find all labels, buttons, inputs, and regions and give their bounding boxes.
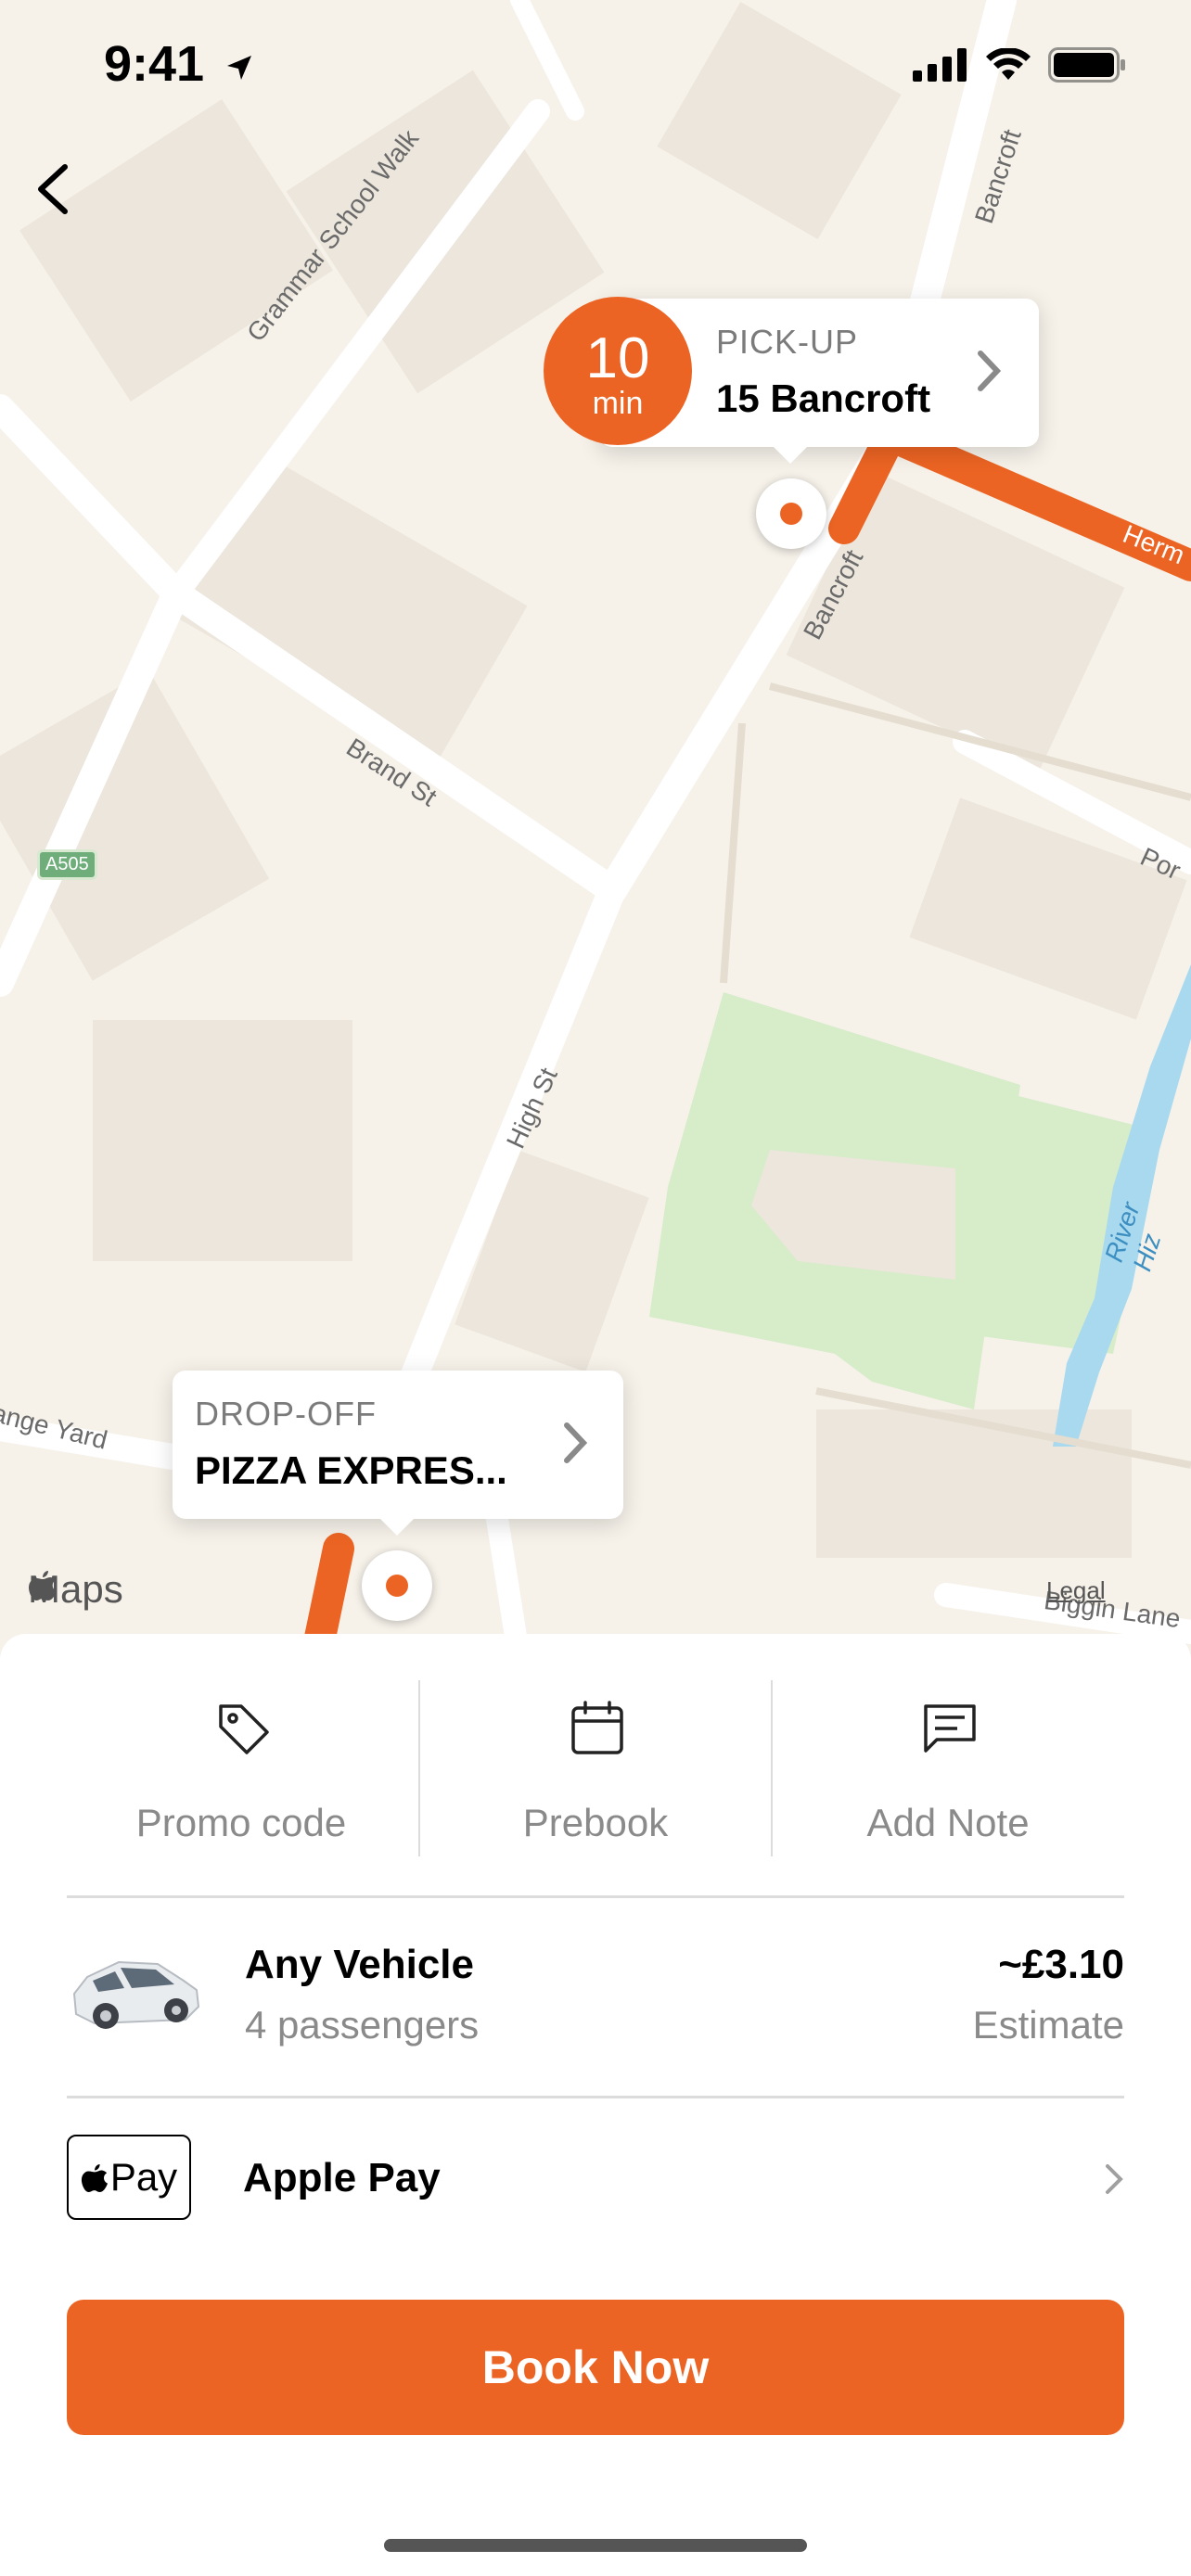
tag-icon (219, 1704, 269, 1754)
map-view[interactable]: Grammar School Walk Bancroft Bancroft Br… (0, 0, 1191, 1660)
add-note-label: Add Note (866, 1801, 1030, 1844)
cellular-signal-icon (913, 48, 967, 82)
chevron-right-icon (978, 351, 1002, 391)
divider (67, 1895, 1124, 1898)
wifi-icon (986, 48, 1031, 80)
location-arrow-icon (227, 55, 252, 80)
pickup-label: PICK-UP (716, 323, 859, 361)
chevron-right-icon (1106, 2164, 1123, 2194)
vehicle-price-note: Estimate (972, 2003, 1124, 2047)
booking-sheet: Promo code Prebook Add Note Any Vehicle … (0, 1634, 1191, 2576)
status-icons (913, 46, 1126, 83)
apple-logo-icon (81, 2163, 108, 2192)
car-icon (72, 1960, 200, 2029)
eta-badge: 10 min (544, 297, 692, 445)
apple-logo-icon (29, 1571, 57, 1600)
chevron-left-icon (38, 164, 68, 214)
status-time-text: 9:41 (104, 36, 205, 92)
vehicle-price: ~£3.10 (998, 1942, 1124, 1987)
vehicle-selector[interactable]: Any Vehicle 4 passengers ~£3.10 Estimate (67, 1912, 1124, 2060)
book-now-button[interactable]: Book Now (67, 2300, 1124, 2435)
dropoff-label: DROP-OFF (195, 1395, 377, 1433)
apple-pay-badge-text: Pay (109, 2155, 178, 2199)
pickup-pin[interactable] (756, 478, 826, 549)
pickup-pin-dot (780, 503, 802, 525)
payment-label: Apple Pay (243, 2155, 441, 2200)
status-bar: 9:41 (0, 0, 1191, 130)
dropoff-pin[interactable] (362, 1550, 432, 1621)
message-icon (924, 1704, 976, 1753)
chevron-right-icon (564, 1422, 588, 1463)
vehicle-name: Any Vehicle (245, 1942, 475, 1987)
vehicle-passengers: 4 passengers (245, 2003, 480, 2047)
dropoff-callout[interactable]: DROP-OFF PIZZA EXPRES... (173, 1371, 623, 1536)
dropoff-address: PIZZA EXPRES... (195, 1448, 507, 1492)
home-indicator (384, 2539, 807, 2552)
legal-link[interactable]: Legal (1046, 1576, 1106, 1605)
battery-icon (1048, 47, 1125, 83)
back-button[interactable] (22, 148, 82, 223)
pickup-callout-arrow (774, 447, 807, 464)
calendar-icon (571, 1701, 623, 1754)
apple-pay-badge: Pay (67, 2135, 191, 2220)
status-time: 9:41 (104, 35, 255, 93)
prebook-button[interactable]: Prebook (419, 1680, 772, 1856)
eta-unit: min (592, 386, 644, 421)
road-shield-a505: A505 (37, 849, 97, 880)
promo-code-button[interactable]: Promo code (65, 1680, 417, 1856)
dropoff-pin-dot (386, 1575, 408, 1597)
dropoff-callout-arrow (380, 1519, 414, 1536)
maps-attribution[interactable]: Maps (28, 1567, 123, 1612)
add-note-button[interactable]: Add Note (772, 1680, 1124, 1856)
prebook-label: Prebook (522, 1801, 669, 1844)
promo-code-label: Promo code (135, 1801, 347, 1844)
payment-method-selector[interactable]: Pay Apple Pay (67, 2135, 1124, 2227)
divider (67, 2096, 1124, 2098)
pickup-address: 15 Bancroft (716, 376, 931, 420)
eta-value: 10 (585, 326, 650, 390)
